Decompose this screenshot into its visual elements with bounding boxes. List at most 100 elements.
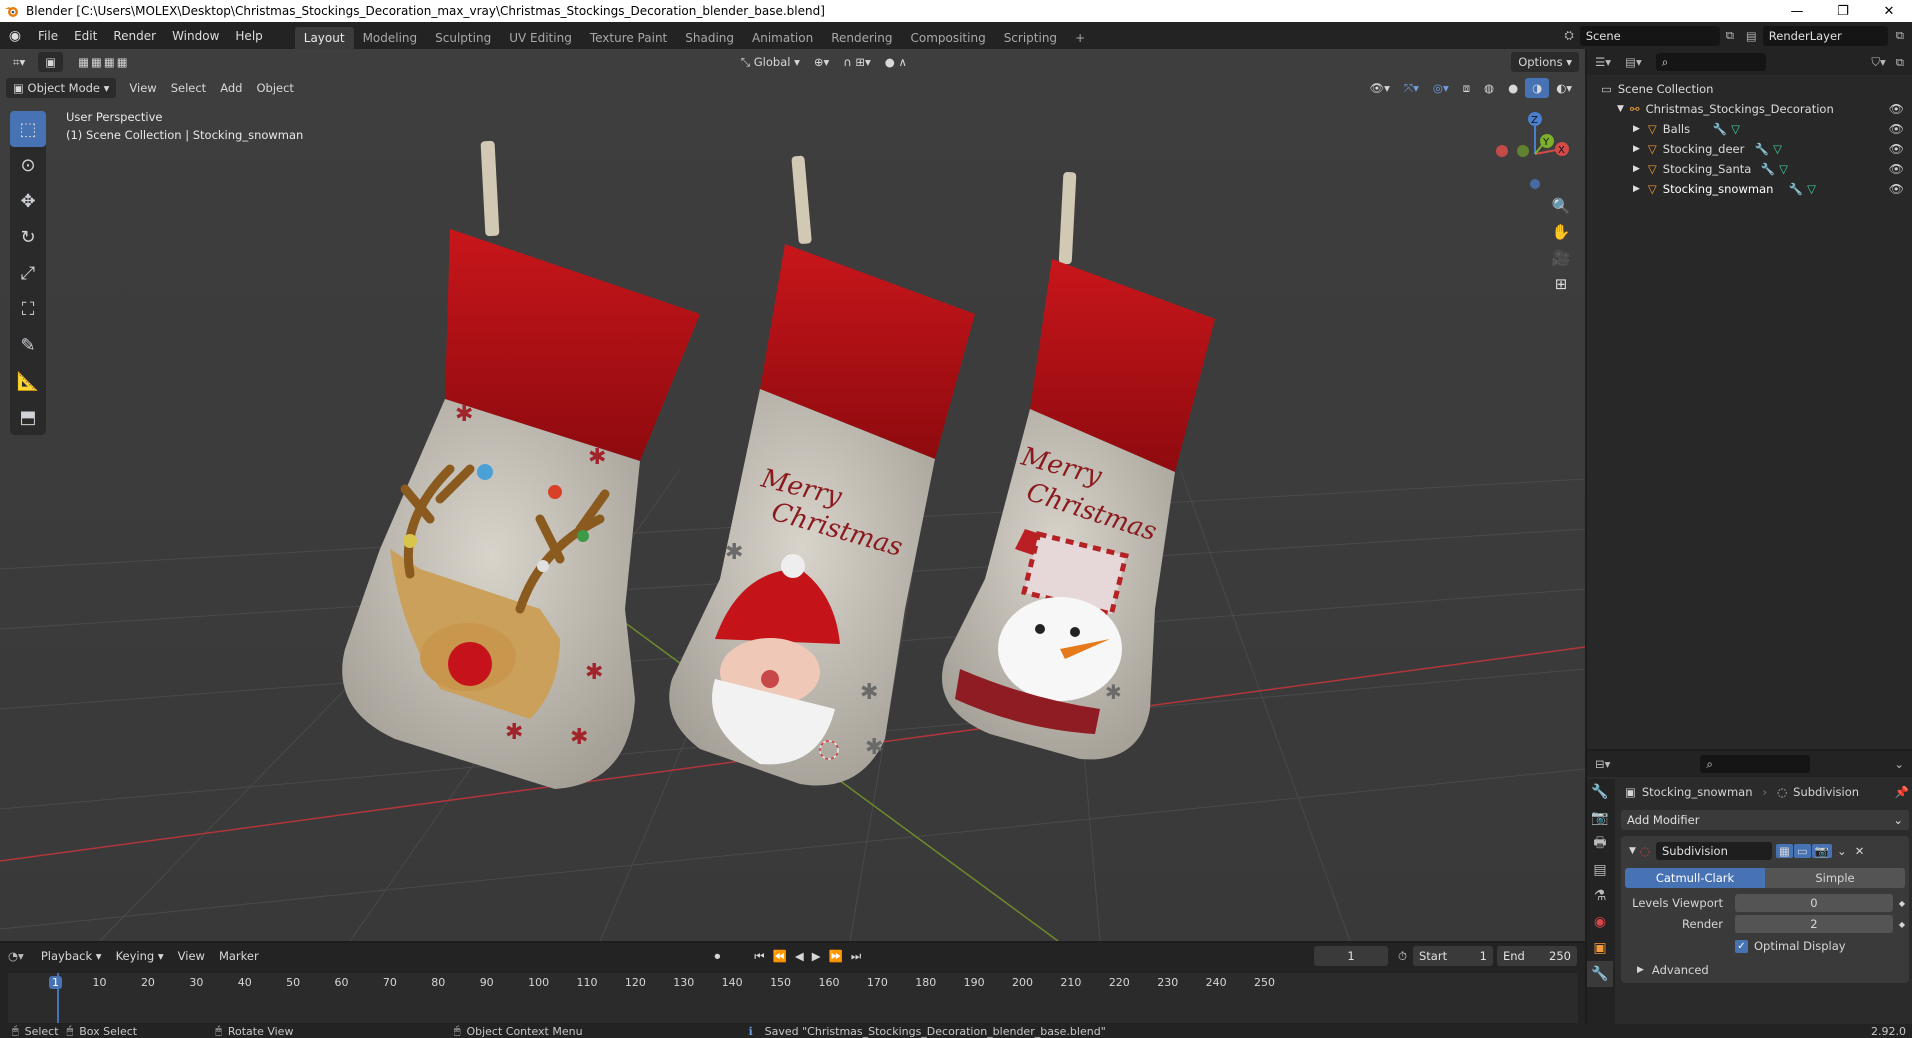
new-render-layer-icon[interactable]: ⧉ <box>1896 28 1904 43</box>
close-window-button[interactable]: ✕ <box>1866 4 1912 19</box>
selection-modes-icon[interactable]: ▦▦▦▦ <box>71 52 136 72</box>
marker-menu[interactable]: Marker <box>212 946 266 966</box>
expand-arrow-icon[interactable]: ▶ <box>1637 965 1644 975</box>
tab-compositing[interactable]: Compositing <box>901 27 994 49</box>
menu-window[interactable]: Window <box>164 29 227 43</box>
editor-type-3d-icon[interactable]: ⌗▾ <box>6 52 32 73</box>
output-tab-icon[interactable]: 🖶 <box>1587 831 1613 857</box>
outliner-editor-icon[interactable]: ☰▾ <box>1595 55 1611 69</box>
eye-icon[interactable]: 👁 <box>1889 182 1904 196</box>
annotate-tool-icon[interactable]: ✎ <box>10 327 46 363</box>
render-levels-field[interactable]: 2 <box>1735 915 1893 933</box>
3d-viewport[interactable]: ✱ ✱ ✱ ✱ ✱ Merry Christmas ✱ ✱ ✱ Merry Christma… <box>0 49 1585 941</box>
ortho-toggle-icon[interactable]: ⊞ <box>1548 271 1574 297</box>
viewport-toggle-icon[interactable]: ▭ <box>1793 844 1811 858</box>
add-workspace-button[interactable]: + <box>1066 27 1094 49</box>
expand-arrow-icon[interactable]: ▶ <box>1633 184 1640 194</box>
eye-icon[interactable]: 👁 <box>1889 122 1904 136</box>
scale-tool-icon[interactable]: ⤢ <box>10 255 46 291</box>
expand-arrow-icon[interactable]: ▶ <box>1633 144 1640 154</box>
snap-icon[interactable]: ∩ ⊞▾ <box>836 52 877 72</box>
viewport-menu-view[interactable]: View <box>122 78 163 98</box>
tab-rendering[interactable]: Rendering <box>822 27 901 49</box>
new-collection-icon[interactable]: ⧉ <box>1896 55 1904 70</box>
outliner-scene-collection[interactable]: ▭ Scene Collection <box>1587 79 1912 99</box>
current-frame-field[interactable]: 1 <box>1314 946 1389 966</box>
outliner-collection-row[interactable]: ▼ ⚯ Christmas_Stockings_Decoration 👁 <box>1587 99 1912 119</box>
scene-selector[interactable]: Scene <box>1579 25 1720 46</box>
jump-start-icon[interactable]: ⏮ <box>754 949 764 964</box>
timeline-view-menu[interactable]: View <box>171 946 212 966</box>
simple-button[interactable]: Simple <box>1765 868 1905 888</box>
tab-layout[interactable]: Layout <box>294 27 354 49</box>
overlay-toggle-icon[interactable]: ◎▾ <box>1426 78 1456 98</box>
zoom-icon[interactable]: 🔍 <box>1548 193 1574 219</box>
properties-editor-icon[interactable]: ⊟▾ <box>1595 757 1610 771</box>
eye-icon[interactable]: 👁 <box>1889 142 1904 156</box>
tool-tab-icon[interactable]: 🔧 <box>1587 779 1613 805</box>
frame-ruler[interactable]: 1 10 20 30 40 50 60 70 80 90 100 110 120 130 140 150 160… <box>8 973 1578 1023</box>
object-tab-icon[interactable]: ▣ <box>1587 935 1613 961</box>
remove-modifier-icon[interactable]: ✕ <box>1855 844 1865 858</box>
expand-arrow-icon[interactable]: ▼ <box>1617 104 1624 114</box>
record-icon[interactable]: ⏺ <box>714 949 720 964</box>
timeline-editor-icon[interactable]: ◔▾ <box>8 949 24 963</box>
tab-uv-editing[interactable]: UV Editing <box>500 27 581 49</box>
display-mode-icon[interactable]: ▤▾ <box>1625 55 1642 69</box>
viewport-menu-select[interactable]: Select <box>164 78 213 98</box>
render-toggle-icon[interactable]: 📷 <box>1811 844 1833 858</box>
prev-keyframe-icon[interactable]: ⏪ <box>773 949 787 963</box>
shading-rendered-icon[interactable]: ◐▾ <box>1549 78 1579 98</box>
options-dropdown[interactable]: Options ▾ <box>1511 52 1579 72</box>
tab-modeling[interactable]: Modeling <box>354 27 427 49</box>
pin-icon[interactable]: 📌 <box>1895 785 1909 799</box>
animate-property-icon[interactable]: ◆ <box>1899 899 1905 908</box>
transform-orientation-dropdown[interactable]: ⤡ Global ▾ <box>734 52 807 73</box>
menu-help[interactable]: Help <box>227 29 270 43</box>
play-icon[interactable]: ▶ <box>812 949 821 963</box>
shading-wireframe-icon[interactable]: ◍ <box>1477 78 1501 98</box>
add-cube-tool-icon[interactable]: ⬒ <box>10 399 46 435</box>
object-mode-dropdown[interactable]: ▣ Object Mode ▾ <box>6 78 117 98</box>
rotate-tool-icon[interactable]: ↻ <box>10 219 46 255</box>
cursor-tool-icon[interactable]: ⊙ <box>10 147 46 183</box>
levels-viewport-field[interactable]: 0 <box>1735 894 1893 912</box>
eye-icon[interactable]: 👁 <box>1889 102 1904 116</box>
next-keyframe-icon[interactable]: ⏩ <box>829 949 843 963</box>
scene-icon[interactable]: ⛭ <box>1564 28 1573 43</box>
menu-edit[interactable]: Edit <box>66 29 105 43</box>
navigation-gizmo[interactable]: Z X Y <box>1490 109 1570 189</box>
filter-icon[interactable]: ⛉▾ <box>1871 55 1885 70</box>
world-tab-icon[interactable]: ◉ <box>1587 909 1613 935</box>
eye-icon[interactable]: 👁 <box>1889 162 1904 176</box>
tab-scripting[interactable]: Scripting <box>995 27 1066 49</box>
playback-menu[interactable]: Playback ▾ <box>34 946 109 966</box>
measure-tool-icon[interactable]: 📐 <box>10 363 46 399</box>
view-layer-tab-icon[interactable]: ▤ <box>1587 857 1613 883</box>
xray-toggle-icon[interactable]: ⧈ <box>1456 78 1477 99</box>
camera-view-icon[interactable]: 🎥 <box>1548 245 1574 271</box>
outliner-search-input[interactable]: ⌕ <box>1655 53 1766 71</box>
outliner-item-balls[interactable]: ▶ ▽ Balls 🔧 ▽ 👁 <box>1587 119 1912 139</box>
tab-shading[interactable]: Shading <box>676 27 743 49</box>
select-box-tool-icon[interactable]: ⬚ <box>10 111 46 147</box>
play-reverse-icon[interactable]: ◀ <box>795 949 804 963</box>
modifier-menu-icon[interactable]: ⌄ <box>1837 844 1847 858</box>
properties-search-input[interactable]: ⌕ <box>1700 755 1811 773</box>
tab-animation[interactable]: Animation <box>743 27 822 49</box>
collapse-arrow-icon[interactable]: ▼ <box>1629 846 1636 856</box>
end-frame-field[interactable]: End 250 <box>1497 946 1577 966</box>
tab-texture-paint[interactable]: Texture Paint <box>581 27 676 49</box>
blender-menu-icon[interactable]: ◉ <box>0 28 30 44</box>
gizmo-toggle-icon[interactable]: ⤧▾ <box>1397 78 1426 99</box>
viewport-menu-add[interactable]: Add <box>213 78 249 98</box>
minimize-button[interactable]: — <box>1774 4 1820 19</box>
maximize-button[interactable]: ❐ <box>1820 4 1866 19</box>
scene-tab-icon[interactable]: ⚗ <box>1587 883 1613 909</box>
keying-menu[interactable]: Keying ▾ <box>109 946 171 966</box>
modifier-tab-icon[interactable]: 🔧 <box>1587 961 1613 987</box>
render-tab-icon[interactable]: 📷 <box>1587 805 1613 831</box>
menu-render[interactable]: Render <box>105 29 164 43</box>
shading-material-icon[interactable]: ◑ <box>1525 78 1550 98</box>
jump-end-icon[interactable]: ⏭ <box>851 949 861 964</box>
